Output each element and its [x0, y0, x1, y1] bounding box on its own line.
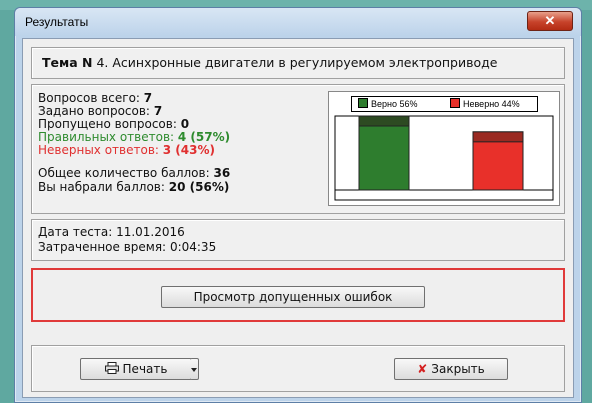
window-title: Результаты	[25, 15, 89, 29]
max-score-label: Общее количество баллов:	[38, 166, 210, 180]
results-chart: Верно 56% Неверно 44%	[328, 91, 560, 206]
close-button-label: Закрыть	[431, 362, 485, 376]
chart-legend: Верно 56% Неверно 44%	[351, 96, 538, 112]
scored-points-label: Вы набрали баллов:	[38, 180, 165, 194]
topic-title: Тема N 4. Асинхронные двигатели в регули…	[42, 55, 497, 70]
close-button[interactable]: ✘ Закрыть	[394, 358, 508, 380]
total-questions-value: 7	[143, 91, 153, 105]
bar-wrong-cap	[472, 131, 524, 143]
window-close-button[interactable]: ✕	[527, 11, 573, 31]
scored-points: Вы набрали баллов: 20 (56%)	[38, 180, 229, 194]
max-score-value: 36	[213, 166, 231, 180]
bar-correct	[358, 115, 410, 191]
correct-answers-label: Правильных ответов:	[38, 130, 175, 144]
scored-points-value: 20 (56%)	[168, 180, 230, 194]
printer-icon	[104, 359, 119, 379]
topic-prefix: Тема N	[42, 55, 93, 70]
skipped-questions-value: 0	[180, 117, 190, 131]
bar-correct-cap	[358, 115, 410, 127]
chart-plot	[334, 115, 554, 201]
skipped-questions-label: Пропущено вопросов:	[38, 117, 177, 131]
max-score: Общее количество баллов: 36	[38, 166, 230, 180]
test-date-value: 11.01.2016	[116, 225, 185, 239]
legend-wrong: Неверно 44%	[450, 98, 520, 110]
title-bar[interactable]: Результаты ✕	[15, 8, 581, 36]
statistics-panel: Вопросов всего: 7 Задано вопросов: 7 Про…	[31, 84, 565, 214]
test-date: Дата теста: 11.01.2016	[38, 225, 185, 239]
print-button-label: Печать	[122, 362, 168, 376]
chevron-down-icon	[191, 368, 197, 372]
legend-wrong-swatch	[450, 98, 460, 108]
wrong-answers-value: 3 (43%)	[162, 143, 215, 157]
print-button[interactable]: Печать	[80, 358, 192, 380]
review-errors-button[interactable]: Просмотр допущенных ошибок	[161, 286, 425, 308]
test-date-label: Дата теста:	[38, 225, 113, 239]
legend-wrong-label: Неверно 44%	[463, 99, 520, 109]
total-questions-label: Вопросов всего:	[38, 91, 140, 105]
asked-questions: Задано вопросов: 7	[38, 104, 162, 118]
legend-correct: Верно 56%	[358, 98, 418, 110]
skipped-questions: Пропущено вопросов: 0	[38, 117, 189, 131]
x-icon: ✘	[417, 362, 428, 376]
topic-name: 4. Асинхронные двигатели в регулируемом …	[92, 55, 498, 70]
close-icon: ✕	[544, 13, 556, 28]
asked-questions-value: 7	[153, 104, 163, 118]
results-dialog: Результаты ✕ Тема N 4. Асинхронные двига…	[14, 7, 582, 403]
correct-answers-value: 4 (57%)	[177, 130, 231, 144]
topic-panel: Тема N 4. Асинхронные двигатели в регули…	[31, 47, 565, 79]
asked-questions-label: Задано вопросов:	[38, 104, 150, 118]
button-panel: Печать ✘ Закрыть	[31, 345, 565, 392]
wrong-answers: Неверных ответов: 3 (43%)	[38, 143, 215, 157]
elapsed-time: Затраченное время: 0:04:35	[38, 240, 216, 254]
total-questions: Вопросов всего: 7	[38, 91, 152, 105]
dialog-client-area: Тема N 4. Асинхронные двигатели в регули…	[22, 38, 574, 398]
elapsed-time-value: 0:04:35	[169, 240, 217, 254]
wrong-answers-label: Неверных ответов:	[38, 143, 159, 157]
legend-correct-swatch	[358, 98, 368, 108]
review-errors-area: Просмотр допущенных ошибок	[31, 268, 565, 322]
correct-answers: Правильных ответов: 4 (57%)	[38, 130, 230, 144]
elapsed-time-label: Затраченное время:	[38, 240, 167, 254]
print-dropdown-toggle[interactable]	[190, 358, 199, 380]
test-info-panel: Дата теста: 11.01.2016 Затраченное время…	[31, 219, 565, 261]
legend-correct-label: Верно 56%	[371, 99, 418, 109]
